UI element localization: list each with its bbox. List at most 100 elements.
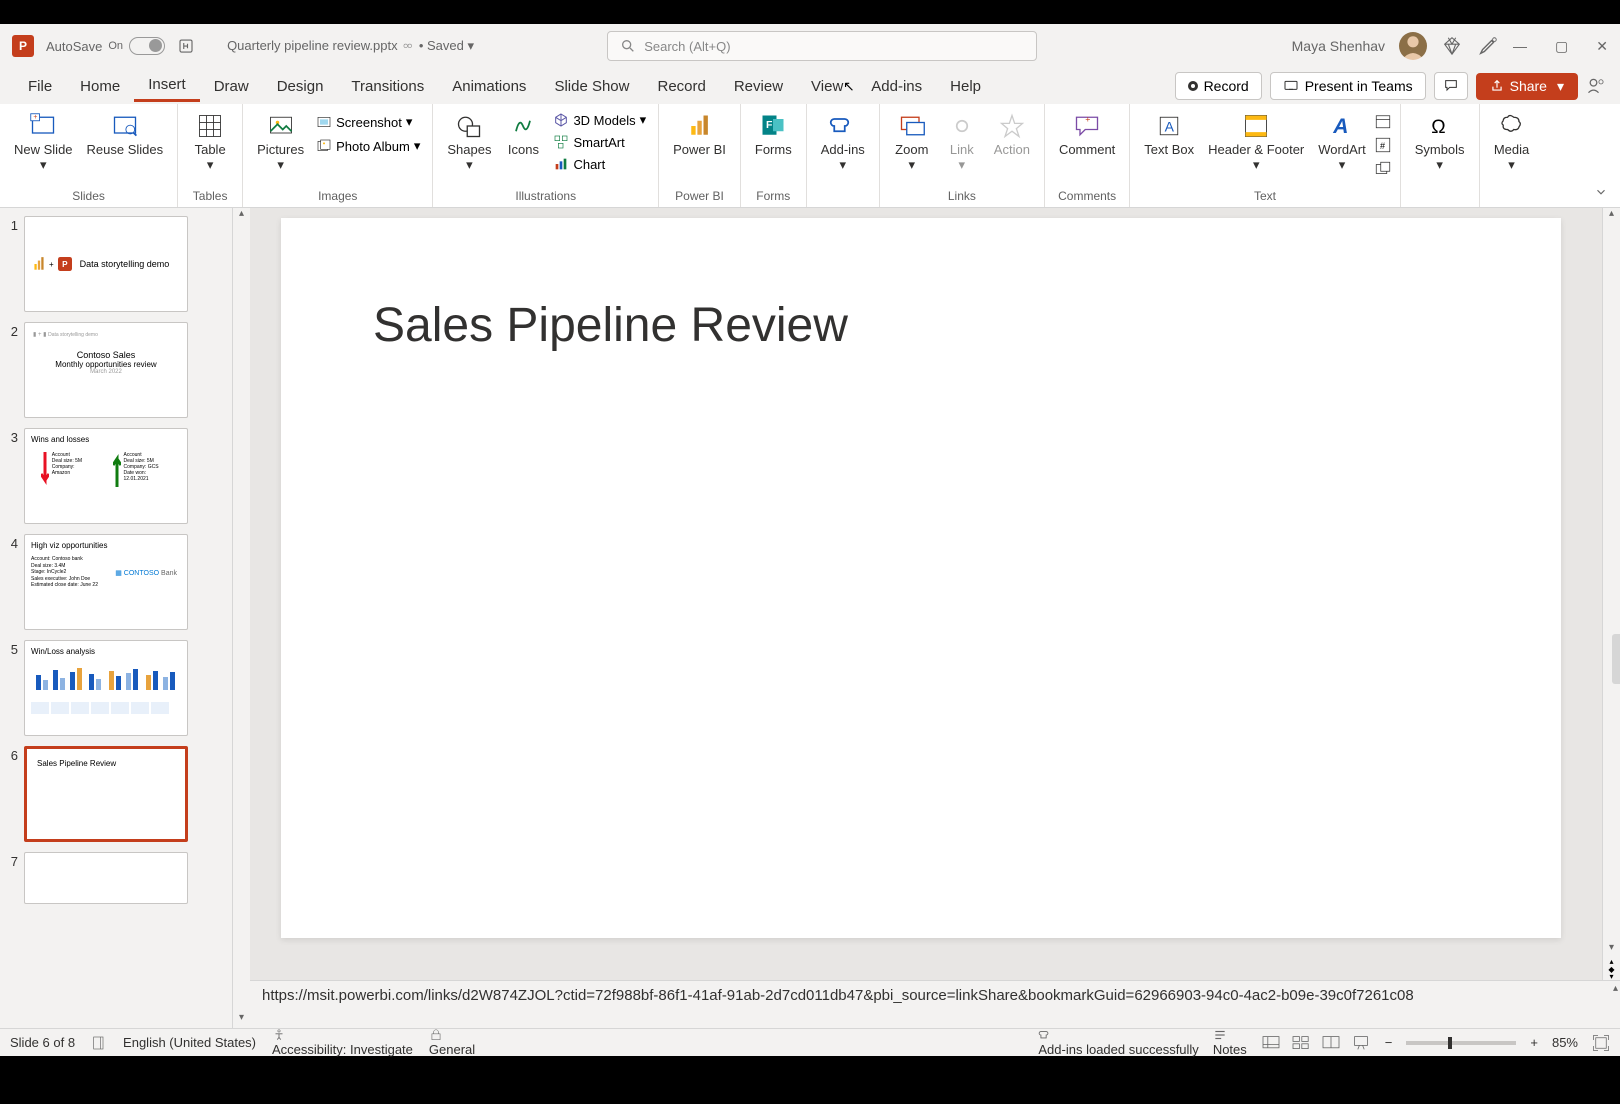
zoom-button[interactable]: Zoom ▾ [888,108,936,175]
share-button[interactable]: Share ▾ [1476,73,1578,100]
present-teams-button[interactable]: Present in Teams [1270,72,1426,100]
diamond-icon[interactable] [1441,35,1463,57]
sorter-view-button[interactable] [1291,1035,1311,1051]
screenshot-button[interactable]: Screenshot ▾ [312,112,424,132]
pictures-button[interactable]: Pictures ▾ [251,108,310,175]
language-status[interactable]: English (United States) [123,1035,256,1050]
thumb-slide-7[interactable] [24,852,188,904]
user-name[interactable]: Maya Shenhav [1292,38,1385,54]
thumb-slide-4[interactable]: High viz opportunities Account: Contoso … [24,534,188,630]
thumb-slide-6[interactable]: Sales Pipeline Review [24,746,188,842]
menu-transitions[interactable]: Transitions [337,72,438,101]
zoom-out-button[interactable]: − [1385,1035,1393,1050]
scroll-up-icon[interactable]: ▴ [233,208,250,224]
coauthor-icon[interactable] [1586,76,1606,96]
date-time-icon[interactable] [1374,112,1392,130]
chart-button[interactable]: Chart [549,154,650,174]
link-button[interactable]: Link ▾ [938,108,986,175]
comments-toggle[interactable] [1434,72,1468,100]
svg-text:A: A [1332,115,1348,138]
menu-help[interactable]: Help [936,72,995,101]
notes-scroll-up[interactable]: ▴ [1613,983,1618,994]
notes-pane[interactable]: https://msit.powerbi.com/links/d2W874ZJO… [250,980,1620,1028]
autosave-toggle[interactable]: AutoSave On [46,37,165,55]
record-button[interactable]: Record [1175,72,1262,100]
menu-design[interactable]: Design [263,72,338,101]
table-button[interactable]: Table ▾ [186,108,234,175]
thumb-slide-5[interactable]: Win/Loss analysis [24,640,188,736]
menu-record[interactable]: Record [643,72,719,101]
menu-insert[interactable]: Insert [134,70,200,102]
action-button[interactable]: Action [988,108,1036,159]
thumb-5-title: Win/Loss analysis [31,647,181,656]
menu-animations[interactable]: Animations [438,72,540,101]
powerbi-button[interactable]: Power BI [667,108,732,159]
zoom-level[interactable]: 85% [1552,1035,1578,1050]
3d-models-button[interactable]: 3D Models ▾ [549,110,650,130]
notes-toggle[interactable]: Notes [1213,1028,1247,1057]
avatar[interactable] [1399,32,1427,60]
addins-status[interactable]: Add-ins loaded successfully [1038,1028,1198,1057]
thumb-slide-3[interactable]: Wins and losses AccountDeal size: 5MComp… [24,428,188,524]
close-button[interactable]: ✕ [1596,38,1608,55]
thumb-slide-1[interactable]: + P Data storytelling demo [24,216,188,312]
menu-view[interactable]: View [797,72,857,101]
reuse-slides-button[interactable]: Reuse Slides [81,108,170,159]
object-icon[interactable] [1374,160,1392,178]
sensitivity-status[interactable]: General [429,1028,475,1057]
comment-button[interactable]: +Comment [1053,108,1121,159]
forms-button[interactable]: FForms [749,108,798,159]
spellcheck-icon[interactable] [91,1035,107,1051]
photo-album-button[interactable]: Photo Album ▾ [312,136,424,156]
sync-icon[interactable] [177,37,195,55]
slide-counter[interactable]: Slide 6 of 8 [10,1035,75,1050]
slide-number-icon[interactable]: # [1374,136,1392,154]
normal-view-button[interactable] [1261,1035,1281,1051]
search-input[interactable]: Search (Alt+Q) [607,31,1037,61]
notes-text[interactable]: https://msit.powerbi.com/links/d2W874ZJO… [262,987,1414,1004]
group-powerbi-label: Power BI [675,187,724,205]
svg-text:#: # [1380,141,1385,151]
slide-thumbnails-panel[interactable]: 1 + P Data storytelling demo 2 ▮ + ▮ Dat… [0,208,232,1028]
thumbs-scrollbar[interactable]: ▴ ▾ [232,208,250,1028]
scroll-down-icon[interactable]: ▾ [233,1012,250,1028]
group-images-label: Images [318,187,357,205]
fit-to-window-button[interactable] [1592,1034,1610,1052]
menu-draw[interactable]: Draw [200,72,263,101]
pen-icon[interactable] [1477,35,1499,57]
slideshow-view-button[interactable] [1351,1035,1371,1051]
zoom-in-button[interactable]: + [1530,1035,1538,1050]
reading-view-button[interactable] [1321,1035,1341,1051]
symbols-button[interactable]: ΩSymbols ▾ [1409,108,1471,175]
shapes-button[interactable]: Shapes ▾ [441,108,497,175]
accessibility-status[interactable]: Accessibility: Investigate [272,1028,413,1057]
pane-collapse-handle[interactable] [1612,634,1620,684]
slide-canvas[interactable]: Sales Pipeline Review [281,218,1561,938]
menu-file[interactable]: File [14,72,66,101]
icons-button[interactable]: Icons [499,108,547,159]
minimize-button[interactable]: — [1513,38,1527,55]
canvas-scrollbar[interactable]: ▴ ▾ ▴◆▾ [1602,208,1620,980]
menu-review[interactable]: Review [720,72,797,101]
smartart-button[interactable]: SmartArt [549,132,650,152]
wordart-button[interactable]: AWordArt ▾ [1312,108,1371,175]
autosave-state: On [108,40,123,52]
slide-title[interactable]: Sales Pipeline Review [373,298,1469,353]
group-tables-label: Tables [193,187,228,205]
thumb-slide-2[interactable]: ▮ + ▮ Data storytelling demo Contoso Sal… [24,322,188,418]
header-footer-button[interactable]: Header & Footer ▾ [1202,108,1310,175]
pp-mini-icon: P [58,257,72,271]
textbox-button[interactable]: AText Box [1138,108,1200,159]
ribbon-collapse-button[interactable] [1594,185,1608,199]
zoom-slider[interactable] [1406,1041,1516,1045]
scroll-down-icon[interactable]: ▾ [1603,942,1620,958]
new-slide-button[interactable]: +New Slide ▾ [8,108,79,175]
maximize-button[interactable]: ▢ [1555,38,1568,55]
document-title[interactable]: Quarterly pipeline review.pptx • Saved ▾ [227,38,474,54]
menu-home[interactable]: Home [66,72,134,101]
scroll-up-icon[interactable]: ▴ [1603,208,1620,224]
menu-addins[interactable]: Add-ins [857,72,936,101]
addins-button[interactable]: Add-ins ▾ [815,108,871,175]
menu-slideshow[interactable]: Slide Show [540,72,643,101]
media-button[interactable]: Media ▾ [1488,108,1536,175]
